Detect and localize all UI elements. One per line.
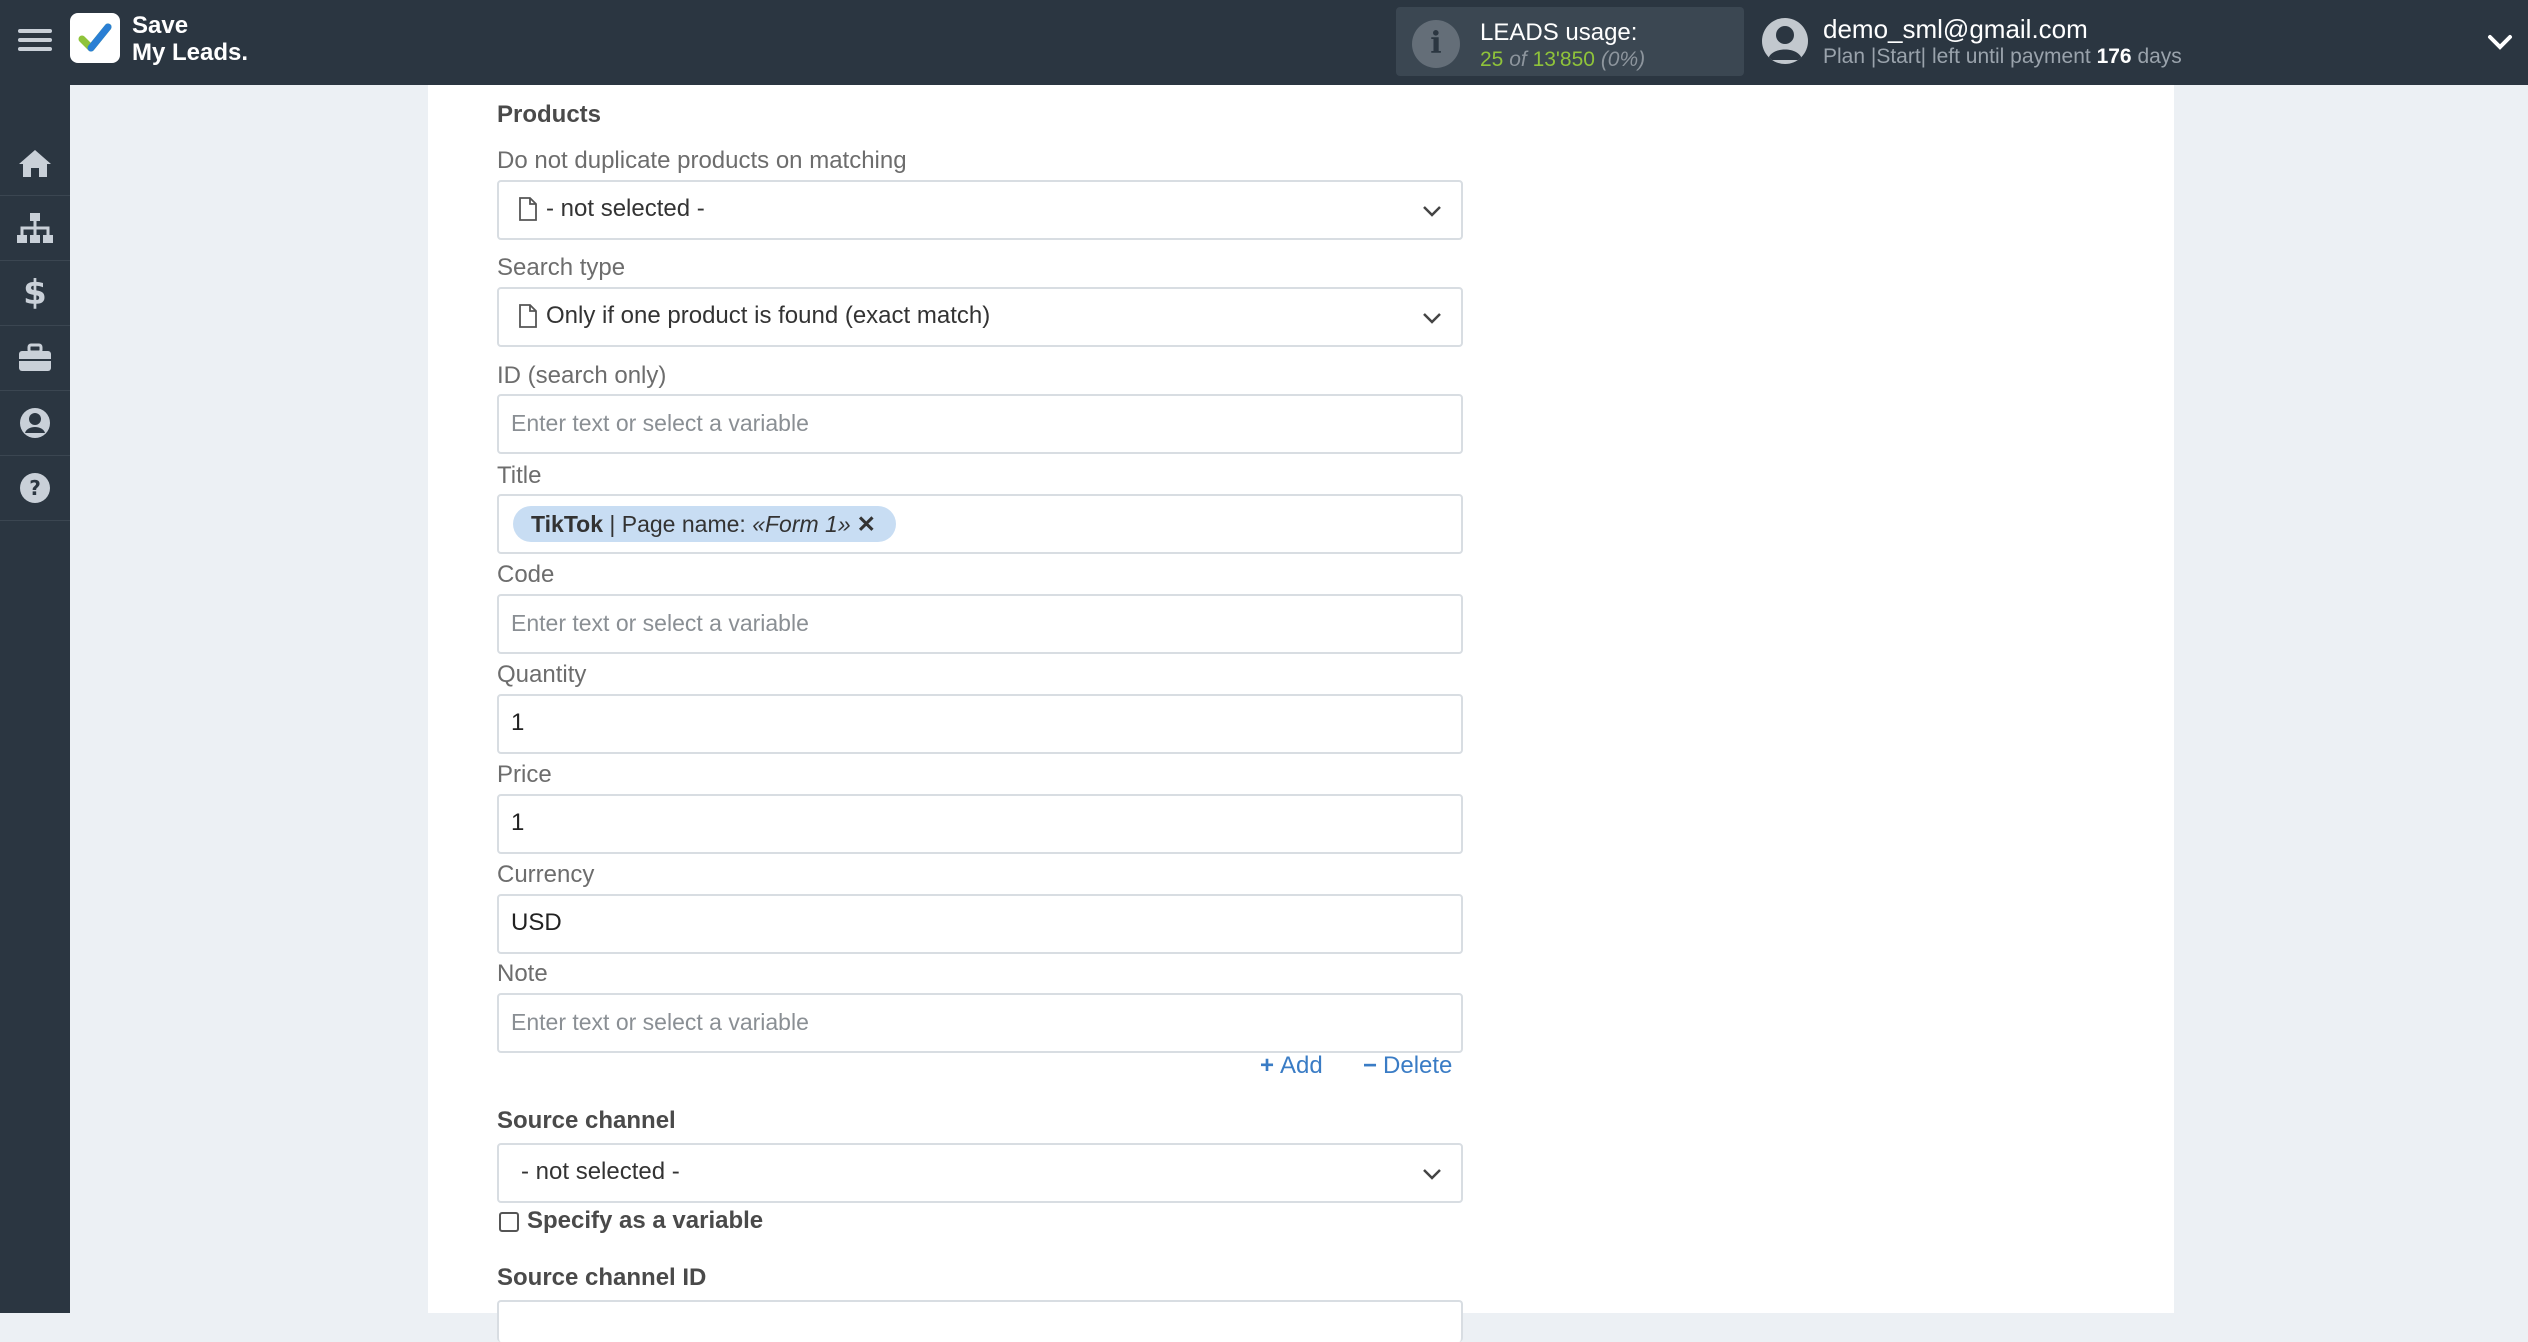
add-button[interactable]: + Add (1260, 1052, 1323, 1080)
id-placeholder: Enter text or select a variable (511, 410, 809, 436)
source-channel-value: - not selected - (521, 1158, 680, 1185)
usage-total: 13'850 (1532, 48, 1595, 71)
usage-count: 25 of 13'850 (0%) (1480, 48, 1645, 72)
sitemap-icon (17, 213, 53, 243)
note-label: Note (497, 960, 548, 987)
source-channel-title: Source channel (497, 1107, 676, 1134)
top-bar: Save My Leads. i LEADS usage: 25 of 13'8… (0, 0, 2528, 85)
note-input[interactable]: Enter text or select a variable (497, 993, 1463, 1053)
help-icon: ? (20, 473, 50, 503)
home-icon (19, 150, 51, 177)
logo-icon[interactable] (70, 13, 120, 63)
note-placeholder: Enter text or select a variable (511, 1009, 809, 1035)
products-title: Products (497, 101, 602, 128)
tag-separator: | Page name: (603, 511, 753, 537)
sidebar-item-account[interactable] (0, 391, 70, 456)
plus-icon: + (1260, 1052, 1275, 1079)
sidebar: $ ? (0, 85, 70, 1313)
currency-label: Currency (497, 861, 595, 888)
chevron-down-icon[interactable] (2482, 24, 2518, 60)
price-label: Price (497, 761, 552, 788)
document-icon (519, 197, 537, 221)
variable-tag[interactable]: TikTok | Page name: «Form 1» ✕ (513, 506, 896, 542)
remove-tag-icon[interactable]: ✕ (857, 511, 876, 537)
quantity-label: Quantity (497, 661, 587, 688)
code-input[interactable]: Enter text or select a variable (497, 594, 1463, 654)
source-channel-id-title: Source channel ID (497, 1264, 707, 1291)
code-label: Code (497, 561, 555, 588)
usage-of: of (1509, 48, 1527, 71)
quantity-input[interactable]: 1 (497, 694, 1463, 754)
logo-line1: Save (132, 12, 189, 39)
no-duplicate-label: Do not duplicate products on matching (497, 147, 907, 174)
usage-percent: (0%) (1600, 48, 1646, 71)
leads-usage-panel: i LEADS usage: 25 of 13'850 (0%) (1396, 7, 1744, 76)
plan-info: Plan |Start| left until payment 176 days (1823, 45, 2182, 69)
usage-used: 25 (1480, 48, 1504, 71)
specify-variable-label[interactable]: Specify as a variable (527, 1207, 763, 1235)
menu-icon[interactable] (18, 24, 52, 58)
sidebar-item-tools[interactable] (0, 326, 70, 391)
plan-suffix: days (2137, 45, 2182, 68)
price-value: 1 (511, 809, 525, 836)
tag-value: «Form 1» (752, 511, 851, 537)
chevron-down-icon (1423, 206, 1441, 217)
chevron-down-icon (1423, 313, 1441, 324)
no-duplicate-select[interactable]: - not selected - (497, 180, 1463, 240)
briefcase-icon (19, 343, 51, 371)
user-email[interactable]: demo_sml@gmail.com (1823, 14, 2088, 45)
sidebar-item-connections[interactable] (0, 196, 70, 261)
quantity-value: 1 (511, 709, 525, 736)
title-input[interactable]: TikTok | Page name: «Form 1» ✕ (497, 494, 1463, 554)
delete-label: Delete (1383, 1052, 1453, 1079)
sidebar-item-billing[interactable]: $ (0, 261, 70, 326)
code-placeholder: Enter text or select a variable (511, 610, 809, 636)
plan-days: 176 (2096, 45, 2132, 68)
minus-icon: − (1363, 1052, 1378, 1079)
search-type-label: Search type (497, 254, 626, 281)
svg-text:?: ? (29, 476, 41, 500)
source-channel-id-input[interactable] (497, 1300, 1463, 1342)
tag-source: TikTok (531, 511, 603, 537)
id-label: ID (search only) (497, 362, 667, 389)
source-channel-select[interactable]: - not selected - (497, 1143, 1463, 1203)
sidebar-item-help[interactable]: ? (0, 456, 70, 521)
logo-text[interactable]: Save My Leads. (132, 12, 248, 66)
add-label: Add (1280, 1052, 1323, 1079)
currency-input[interactable]: USD (497, 894, 1463, 954)
specify-variable-checkbox[interactable] (499, 1212, 519, 1232)
price-input[interactable]: 1 (497, 794, 1463, 854)
document-icon (519, 304, 537, 328)
sidebar-item-home[interactable] (0, 131, 70, 196)
avatar-icon[interactable] (1762, 18, 1808, 64)
delete-button[interactable]: − Delete (1363, 1052, 1452, 1080)
plan-prefix: Plan |Start| left until payment (1823, 45, 2091, 68)
logo-line2: My Leads. (132, 39, 249, 66)
usage-title: LEADS usage: (1480, 19, 1638, 46)
search-type-select[interactable]: Only if one product is found (exact matc… (497, 287, 1463, 347)
user-icon (20, 408, 50, 438)
info-icon: i (1412, 20, 1460, 68)
id-input[interactable]: Enter text or select a variable (497, 394, 1463, 454)
no-duplicate-value: - not selected - (546, 195, 705, 222)
chevron-down-icon (1423, 1169, 1441, 1180)
title-label: Title (497, 462, 542, 489)
currency-value: USD (511, 909, 562, 936)
dollar-icon: $ (23, 273, 47, 313)
search-type-value: Only if one product is found (exact matc… (546, 302, 991, 329)
